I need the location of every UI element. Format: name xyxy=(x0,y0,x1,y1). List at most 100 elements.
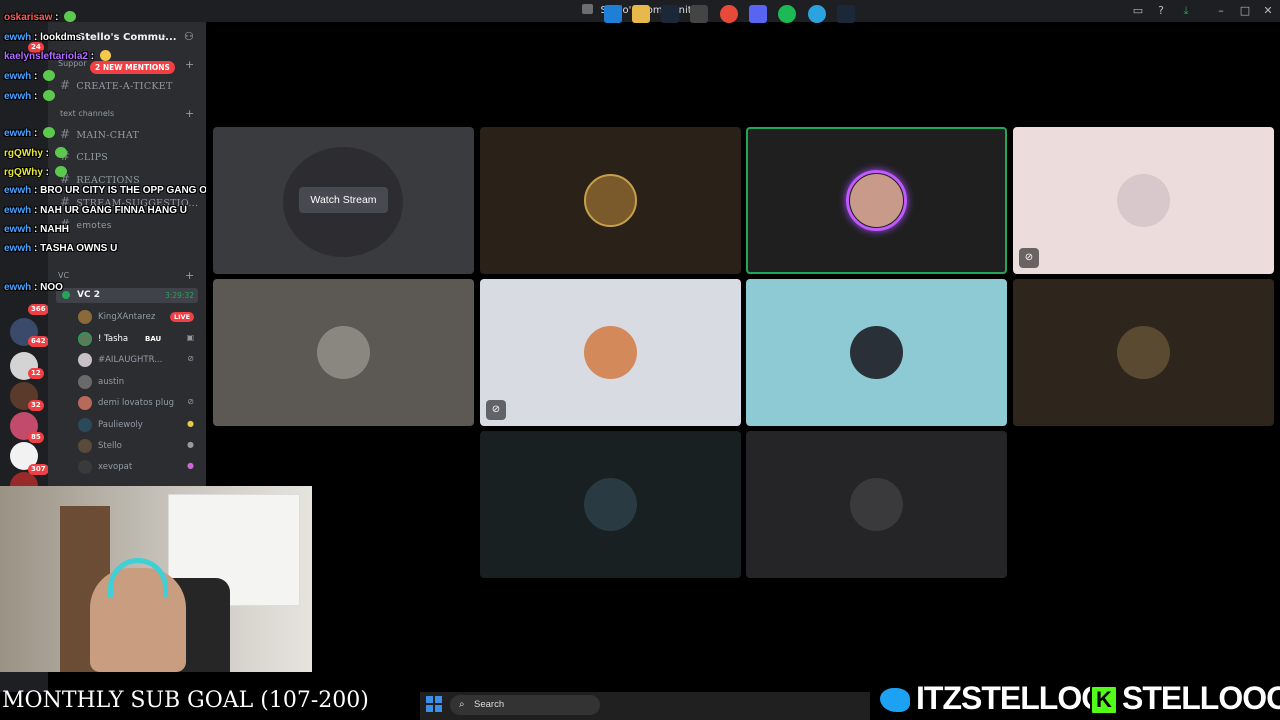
avatar xyxy=(78,396,92,410)
minimize-button[interactable]: – xyxy=(1213,3,1229,19)
rail-badge: 32 xyxy=(28,400,44,411)
twitter-handle: ITZSTELLOO xyxy=(914,679,1107,718)
add-channel-icon[interactable]: + xyxy=(185,58,194,71)
chat-message: rgQWhy : xyxy=(4,166,67,178)
folder-icon[interactable] xyxy=(632,5,650,23)
app-icon[interactable] xyxy=(690,5,708,23)
channel-clips[interactable]: #CLIPS xyxy=(60,149,108,163)
mentions-pill[interactable]: 2 NEW MENTIONS xyxy=(90,61,175,74)
participant-tile[interactable]: ⊘ xyxy=(1013,127,1274,274)
chat-message: ewwh : xyxy=(4,127,56,139)
channel-reactions[interactable]: # REACTIONS xyxy=(60,172,140,186)
edge-icon[interactable] xyxy=(604,5,622,23)
chat-message: kaelynsleftariola2 : xyxy=(4,50,111,62)
voice-timer: 3:29:32 xyxy=(165,291,194,300)
stream-tile[interactable]: Watch Stream xyxy=(213,127,474,274)
server-icon xyxy=(582,4,594,14)
chat-message: oskarisaw : xyxy=(4,11,77,23)
channel-create-a-ticket[interactable]: # CREATE-A-TICKET xyxy=(60,78,173,92)
voice-user[interactable]: demi lovatos plug ⊘ xyxy=(78,395,198,411)
participant-tile[interactable] xyxy=(213,279,474,426)
spotify-icon[interactable] xyxy=(778,5,796,23)
screen-share-icon: ⊘ xyxy=(1019,248,1039,268)
chat-message: ewwh : TASHA OWNS U xyxy=(4,243,118,254)
voice-user[interactable]: #AILAUGHTR... ⊘ xyxy=(78,352,198,368)
live-badge: LIVE xyxy=(170,312,195,322)
add-channel-icon[interactable]: + xyxy=(185,107,194,120)
voice-user[interactable]: Stello ● xyxy=(78,438,198,454)
mute-icon: ⊘ xyxy=(187,354,194,363)
category-text-channels[interactable]: text channels xyxy=(60,109,114,118)
participant-tile[interactable] xyxy=(746,431,1007,578)
avatar xyxy=(584,174,637,227)
sub-goal-text: MONTHLY SUB GOAL (107-200) xyxy=(2,688,369,713)
voice-channel-vc2[interactable]: VC 2 3:29:32 xyxy=(56,288,198,303)
twitter-icon xyxy=(878,686,912,714)
participant-tile[interactable] xyxy=(480,127,741,274)
chat-message: ewwh : xyxy=(4,90,56,102)
participant-tile[interactable] xyxy=(746,279,1007,426)
avatar xyxy=(78,310,92,324)
steam-icon[interactable] xyxy=(837,5,855,23)
avatar xyxy=(1117,174,1170,227)
game-icon: ● xyxy=(187,461,194,470)
avatar xyxy=(850,174,903,227)
avatar xyxy=(317,326,370,379)
rail-badge: 85 xyxy=(28,432,44,443)
chat-message: ewwh : NAHH xyxy=(4,224,70,235)
voice-stage: Watch Stream ⊘ ⊘ xyxy=(206,22,1280,692)
avatar xyxy=(584,326,637,379)
close-button[interactable]: ✕ xyxy=(1260,3,1276,19)
avatar xyxy=(78,418,92,432)
participant-tile[interactable] xyxy=(1013,279,1274,426)
chat-message: ewwh : NAH UR GANG FINNA HANG U xyxy=(4,205,187,216)
rail-badge: 366 xyxy=(28,304,49,315)
chat-message: ewwh : xyxy=(4,70,56,82)
voice-user[interactable]: austin xyxy=(78,374,198,390)
chat-message: ewwh : lookdms xyxy=(4,32,82,43)
help-icon[interactable]: ? xyxy=(1153,3,1169,19)
chrome-icon[interactable] xyxy=(720,5,738,23)
speaker-icon xyxy=(62,291,70,299)
windows-start-icon[interactable] xyxy=(426,696,442,712)
status-icon: ● xyxy=(187,440,194,449)
maximize-button[interactable]: □ xyxy=(1237,3,1253,19)
add-channel-icon[interactable]: + xyxy=(185,269,194,282)
taskbar-search[interactable]: ⌕ Search xyxy=(450,695,600,715)
kick-icon: K xyxy=(1090,685,1118,715)
discord-icon[interactable] xyxy=(749,5,767,23)
chat-message: ewwh : NOO xyxy=(4,282,63,293)
mute-icon: ⊘ xyxy=(486,400,506,420)
telegram-icon[interactable] xyxy=(808,5,826,23)
chat-message: rgQWhy : xyxy=(4,147,67,159)
chevron-down-icon: ⌄ xyxy=(160,31,168,41)
avatar xyxy=(78,439,92,453)
avatar xyxy=(1117,326,1170,379)
screen-share-icon: ▣ xyxy=(186,333,194,342)
hash-icon: # xyxy=(60,78,71,92)
participant-tile[interactable] xyxy=(480,431,741,578)
channel-main-chat[interactable]: # MAIN-CHAT xyxy=(60,127,139,141)
participant-tile-speaking[interactable] xyxy=(746,127,1007,274)
inbox-icon[interactable]: ▭ xyxy=(1130,3,1146,19)
hash-icon: # xyxy=(60,127,71,141)
mute-icon: ⊘ xyxy=(187,397,194,406)
watch-stream-button[interactable]: Watch Stream xyxy=(299,187,388,213)
steam-icon[interactable] xyxy=(661,5,679,23)
participant-tile[interactable]: ⊘ xyxy=(480,279,741,426)
avatar xyxy=(78,460,92,474)
category-vc[interactable]: VC xyxy=(58,271,69,280)
avatar xyxy=(584,478,637,531)
webcam-overlay xyxy=(0,486,312,672)
voice-user[interactable]: Pauliewoly ● xyxy=(78,417,198,433)
search-icon: ⌕ xyxy=(459,699,465,710)
rail-badge: 642 xyxy=(28,336,49,347)
voice-user[interactable]: xevopat ● xyxy=(78,459,198,475)
avatar xyxy=(78,353,92,367)
avatar xyxy=(850,326,903,379)
invite-icon[interactable]: ⚇ xyxy=(184,30,194,43)
activity-icon: ● xyxy=(187,419,194,428)
voice-user[interactable]: ! Tasha ▣ xyxy=(78,331,198,347)
avatar xyxy=(850,478,903,531)
download-icon[interactable]: ⤓ xyxy=(1178,3,1194,19)
